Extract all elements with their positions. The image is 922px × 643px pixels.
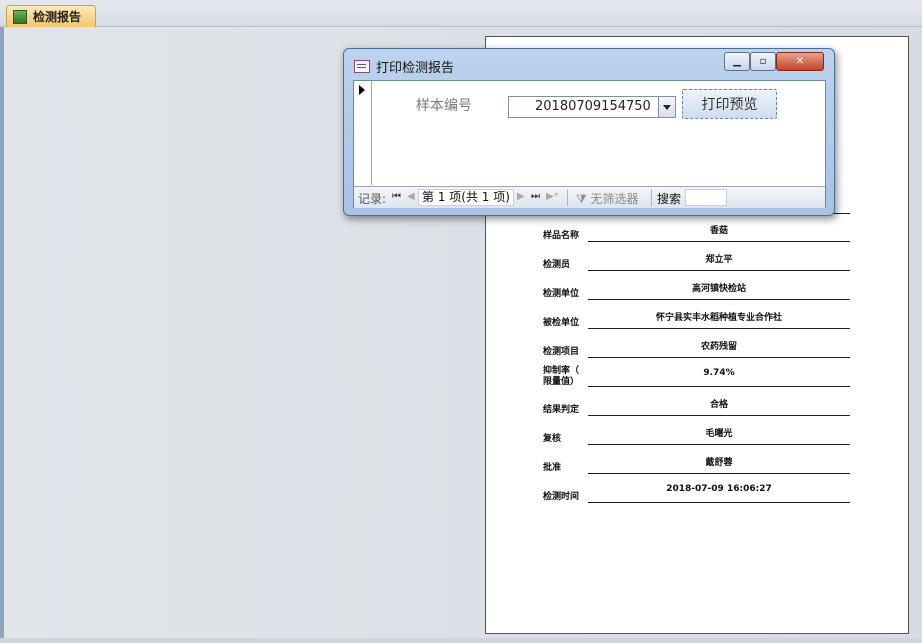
record-label: 记录: bbox=[358, 192, 387, 206]
document-tab-strip: 检测报告 bbox=[0, 0, 922, 27]
report-row: 批准 戴舒蓉 bbox=[486, 449, 908, 478]
filter-status[interactable]: ⧩ 无筛选器 bbox=[576, 190, 639, 207]
current-record-arrow-icon bbox=[359, 85, 365, 95]
report-row-value: 郑立平 bbox=[588, 252, 850, 271]
report-row-value: 戴舒蓉 bbox=[588, 455, 850, 474]
report-row-label: 结果判定 bbox=[543, 405, 580, 415]
report-row: 被检单位 怀宁县实丰水稻种植专业合作社 bbox=[486, 304, 908, 333]
report-row-value: 怀宁县实丰水稻种植专业合作社 bbox=[588, 310, 850, 329]
report-row: 样品名称 香菇 bbox=[486, 217, 908, 246]
minimize-button[interactable]: ▁ bbox=[724, 52, 750, 71]
print-preview-button[interactable]: 打印预览 bbox=[682, 89, 777, 119]
filter-label: 无筛选器 bbox=[590, 192, 639, 206]
document-tab[interactable]: 检测报告 bbox=[6, 5, 97, 27]
sample-number-value: 20180709154750 bbox=[535, 99, 651, 114]
sample-number-label: 样本编号 bbox=[416, 98, 472, 114]
report-row-value: 9.74% bbox=[588, 368, 850, 387]
close-button[interactable]: ✕ bbox=[776, 52, 824, 71]
report-row: 检测时间 2018-07-09 16:06:27 bbox=[486, 478, 908, 507]
chevron-down-icon[interactable] bbox=[658, 97, 675, 117]
report-row-label: 检测项目 bbox=[543, 347, 580, 357]
report-row: 检测项目 农药残留 bbox=[486, 333, 908, 362]
report-row-label: 样品名称 bbox=[543, 231, 580, 241]
report-row-value: 农药残留 bbox=[588, 339, 850, 358]
print-report-dialog: 打印检测报告 ▁ ▫ ✕ 样本编号 20180709154750 打印预览 记录… bbox=[343, 48, 835, 216]
search-input[interactable] bbox=[685, 189, 727, 206]
dialog-title: 打印检测报告 bbox=[376, 60, 455, 76]
nav-separator bbox=[651, 189, 652, 206]
report-row-value: 香菇 bbox=[588, 223, 850, 242]
funnel-icon: ⧩ bbox=[576, 192, 587, 206]
report-row-label: 被检单位 bbox=[543, 318, 580, 328]
maximize-icon: ▫ bbox=[759, 56, 767, 67]
sample-number-combobox[interactable]: 20180709154750 bbox=[508, 96, 676, 118]
report-row-label: 批准 bbox=[543, 463, 562, 473]
dialog-titlebar[interactable]: 打印检测报告 bbox=[354, 56, 454, 76]
report-row-value: 毛曙光 bbox=[588, 426, 850, 445]
nav-separator bbox=[567, 189, 568, 206]
report-row: 结果判定 合格 bbox=[486, 391, 908, 420]
minimize-icon: ▁ bbox=[733, 56, 741, 67]
report-row-label: 检测单位 bbox=[543, 289, 580, 299]
status-bar bbox=[0, 638, 922, 643]
record-navigation-bar: 记录: ⏮ ◀ 第 1 项(共 1 项) ▶ ⏭ ▶* ⧩ 无筛选器 搜索 bbox=[354, 186, 825, 208]
report-row-label: 检测员 bbox=[543, 260, 571, 270]
report-row: 抑制率（ 限量值） 9.74% bbox=[486, 362, 908, 391]
report-row: 检测员 郑立平 bbox=[486, 246, 908, 275]
close-icon: ✕ bbox=[795, 56, 805, 67]
document-tab-label: 检测报告 bbox=[33, 10, 82, 24]
report-row-value: 合格 bbox=[588, 397, 850, 416]
report-row-value: 2018-07-09 16:06:27 bbox=[588, 484, 850, 503]
new-record-icon[interactable]: ▶* bbox=[546, 191, 559, 202]
report-row: 检测单位 高河镇快检站 bbox=[486, 275, 908, 304]
first-record-icon[interactable]: ⏮ bbox=[392, 191, 401, 202]
record-selector[interactable] bbox=[354, 81, 372, 185]
maximize-button[interactable]: ▫ bbox=[750, 52, 776, 71]
search-label: 搜索 bbox=[657, 192, 682, 206]
record-position[interactable]: 第 1 项(共 1 项) bbox=[418, 189, 514, 206]
report-row-value: 高河镇快检站 bbox=[588, 281, 850, 300]
dialog-body: 样本编号 20180709154750 打印预览 记录: ⏮ ◀ 第 1 项(共… bbox=[353, 80, 826, 208]
form-icon bbox=[13, 9, 27, 24]
next-record-icon[interactable]: ▶ bbox=[517, 191, 525, 202]
report-row: 复核 毛曙光 bbox=[486, 420, 908, 449]
previous-record-icon[interactable]: ◀ bbox=[407, 191, 415, 202]
form-icon bbox=[354, 59, 370, 73]
report-row-label: 复核 bbox=[543, 434, 562, 444]
report-row-label: 抑制率（ 限量值） bbox=[543, 366, 580, 387]
report-row-label: 检测时间 bbox=[543, 492, 580, 502]
last-record-icon[interactable]: ⏭ bbox=[531, 191, 540, 202]
